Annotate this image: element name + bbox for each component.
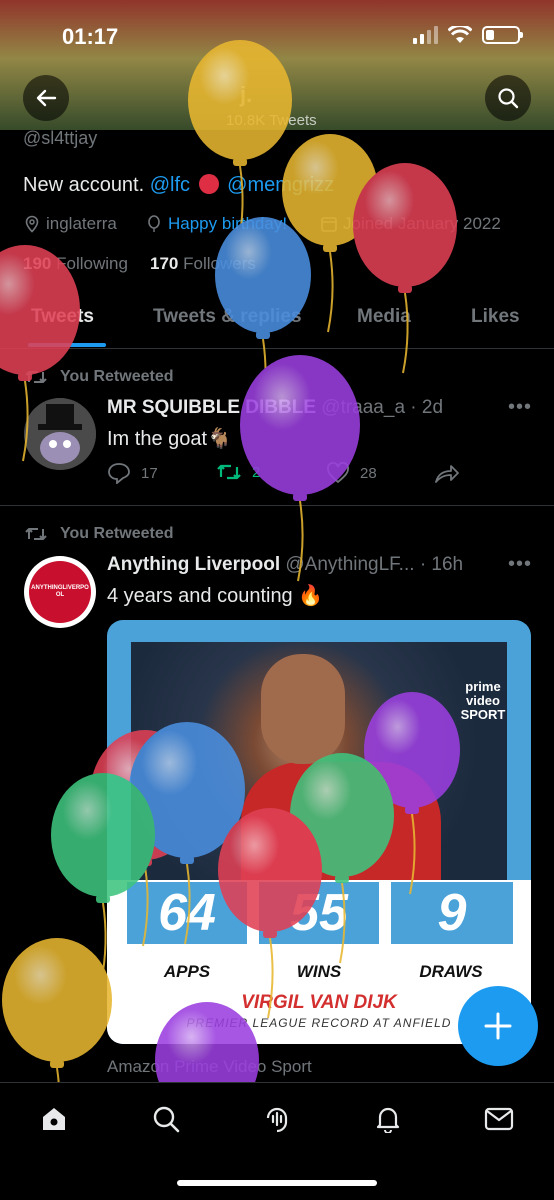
balloon-12 (218, 808, 322, 1019)
search-icon (153, 1106, 180, 1133)
nav-home[interactable] (34, 1099, 74, 1139)
home-icon (43, 1108, 65, 1130)
balloon-6 (240, 355, 360, 582)
balloon-5 (0, 245, 80, 462)
plus-icon (484, 1012, 512, 1040)
compose-tweet-button[interactable] (458, 986, 538, 1066)
balloon-1 (188, 40, 292, 247)
spaces-icon (266, 1107, 288, 1133)
nav-spaces[interactable] (257, 1099, 297, 1139)
home-indicator (177, 1180, 377, 1186)
nav-search[interactable] (146, 1099, 186, 1139)
nav-notifications[interactable] (368, 1099, 408, 1139)
bell-icon (376, 1107, 400, 1133)
balloon-3 (353, 163, 457, 374)
mail-icon (484, 1107, 514, 1131)
nav-messages[interactable] (479, 1099, 519, 1139)
